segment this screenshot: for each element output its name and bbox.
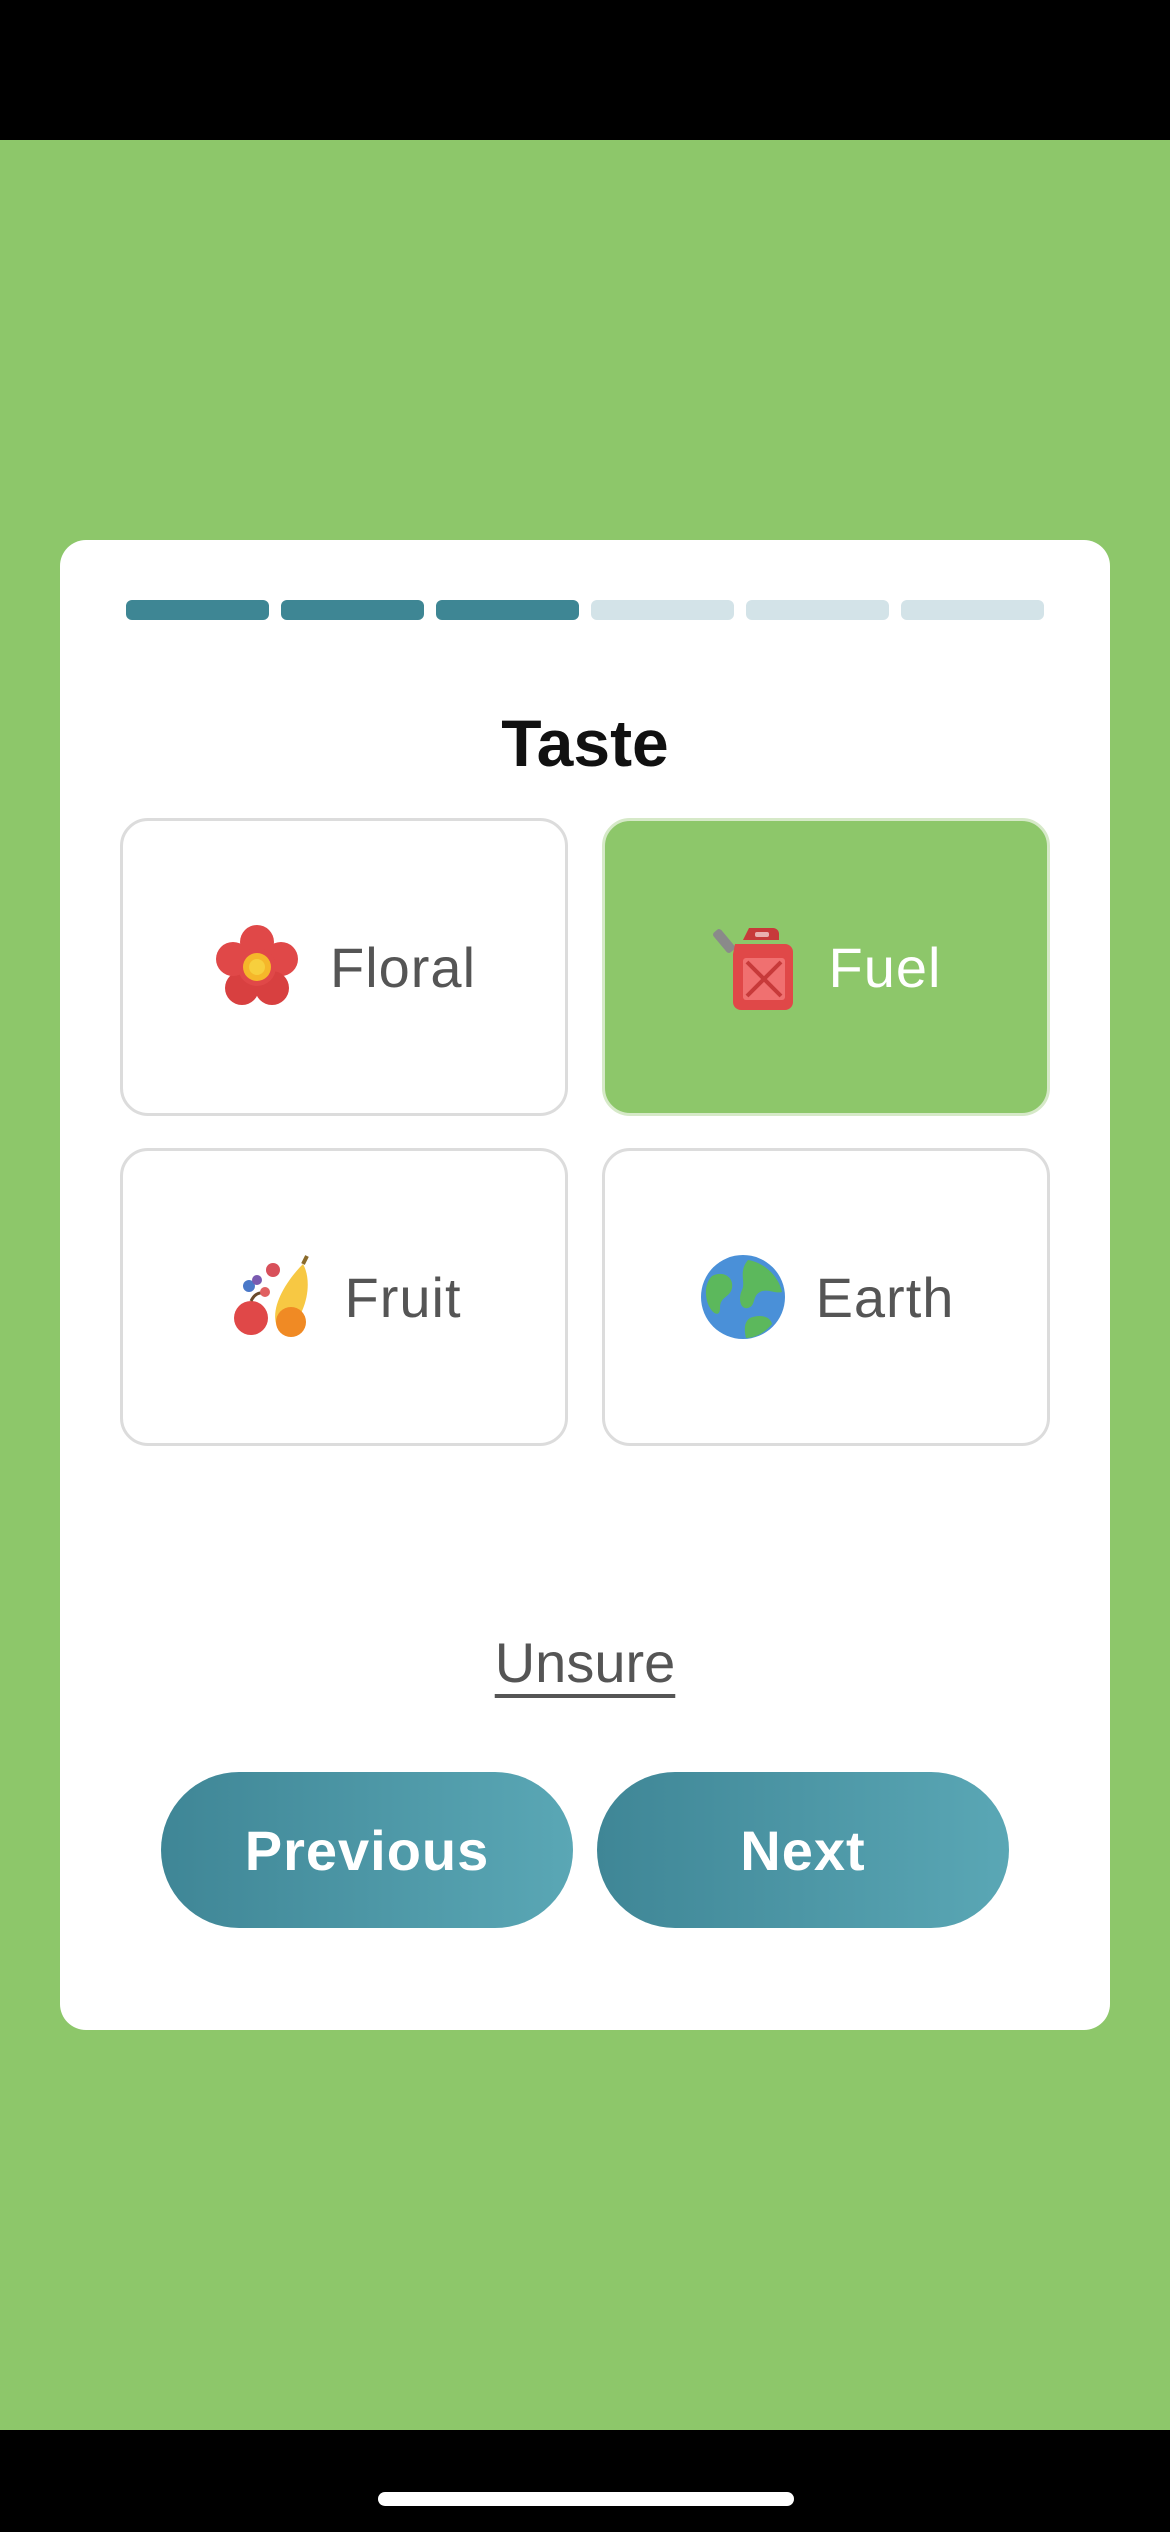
previous-button[interactable]: Previous — [161, 1772, 573, 1928]
progress-bar — [126, 600, 1044, 620]
option-floral[interactable]: Floral — [120, 818, 568, 1116]
progress-segment-6 — [901, 600, 1044, 620]
option-fuel[interactable]: Fuel — [602, 818, 1050, 1116]
progress-segment-3 — [436, 600, 579, 620]
question-title: Taste — [501, 706, 669, 780]
progress-segment-4 — [591, 600, 734, 620]
option-fruit[interactable]: Fruit — [120, 1148, 568, 1446]
status-bar — [0, 0, 1170, 140]
option-earth[interactable]: Earth — [602, 1148, 1050, 1446]
options-grid: Floral Fuel Fruit Earth — [120, 818, 1050, 1448]
progress-segment-2 — [281, 600, 424, 620]
option-label: Fuel — [828, 935, 942, 999]
option-label: Fruit — [344, 1265, 462, 1329]
fuel-can-icon — [712, 928, 793, 1010]
question-card: Taste Floral Fuel Fruit Earth Unsure Pre… — [60, 540, 1110, 2030]
progress-segment-5 — [746, 600, 889, 620]
next-button[interactable]: Next — [597, 1772, 1009, 1928]
progress-segment-1 — [126, 600, 269, 620]
globe-icon — [700, 1255, 785, 1339]
flower-icon — [215, 925, 298, 1005]
home-indicator[interactable] — [378, 2492, 794, 2506]
option-label: Earth — [815, 1265, 955, 1329]
unsure-container: Unsure — [60, 1630, 1110, 1695]
home-area — [0, 2430, 1170, 2532]
unsure-link[interactable]: Unsure — [495, 1631, 676, 1694]
fruit-icon — [233, 1255, 309, 1337]
option-label: Floral — [329, 935, 477, 999]
